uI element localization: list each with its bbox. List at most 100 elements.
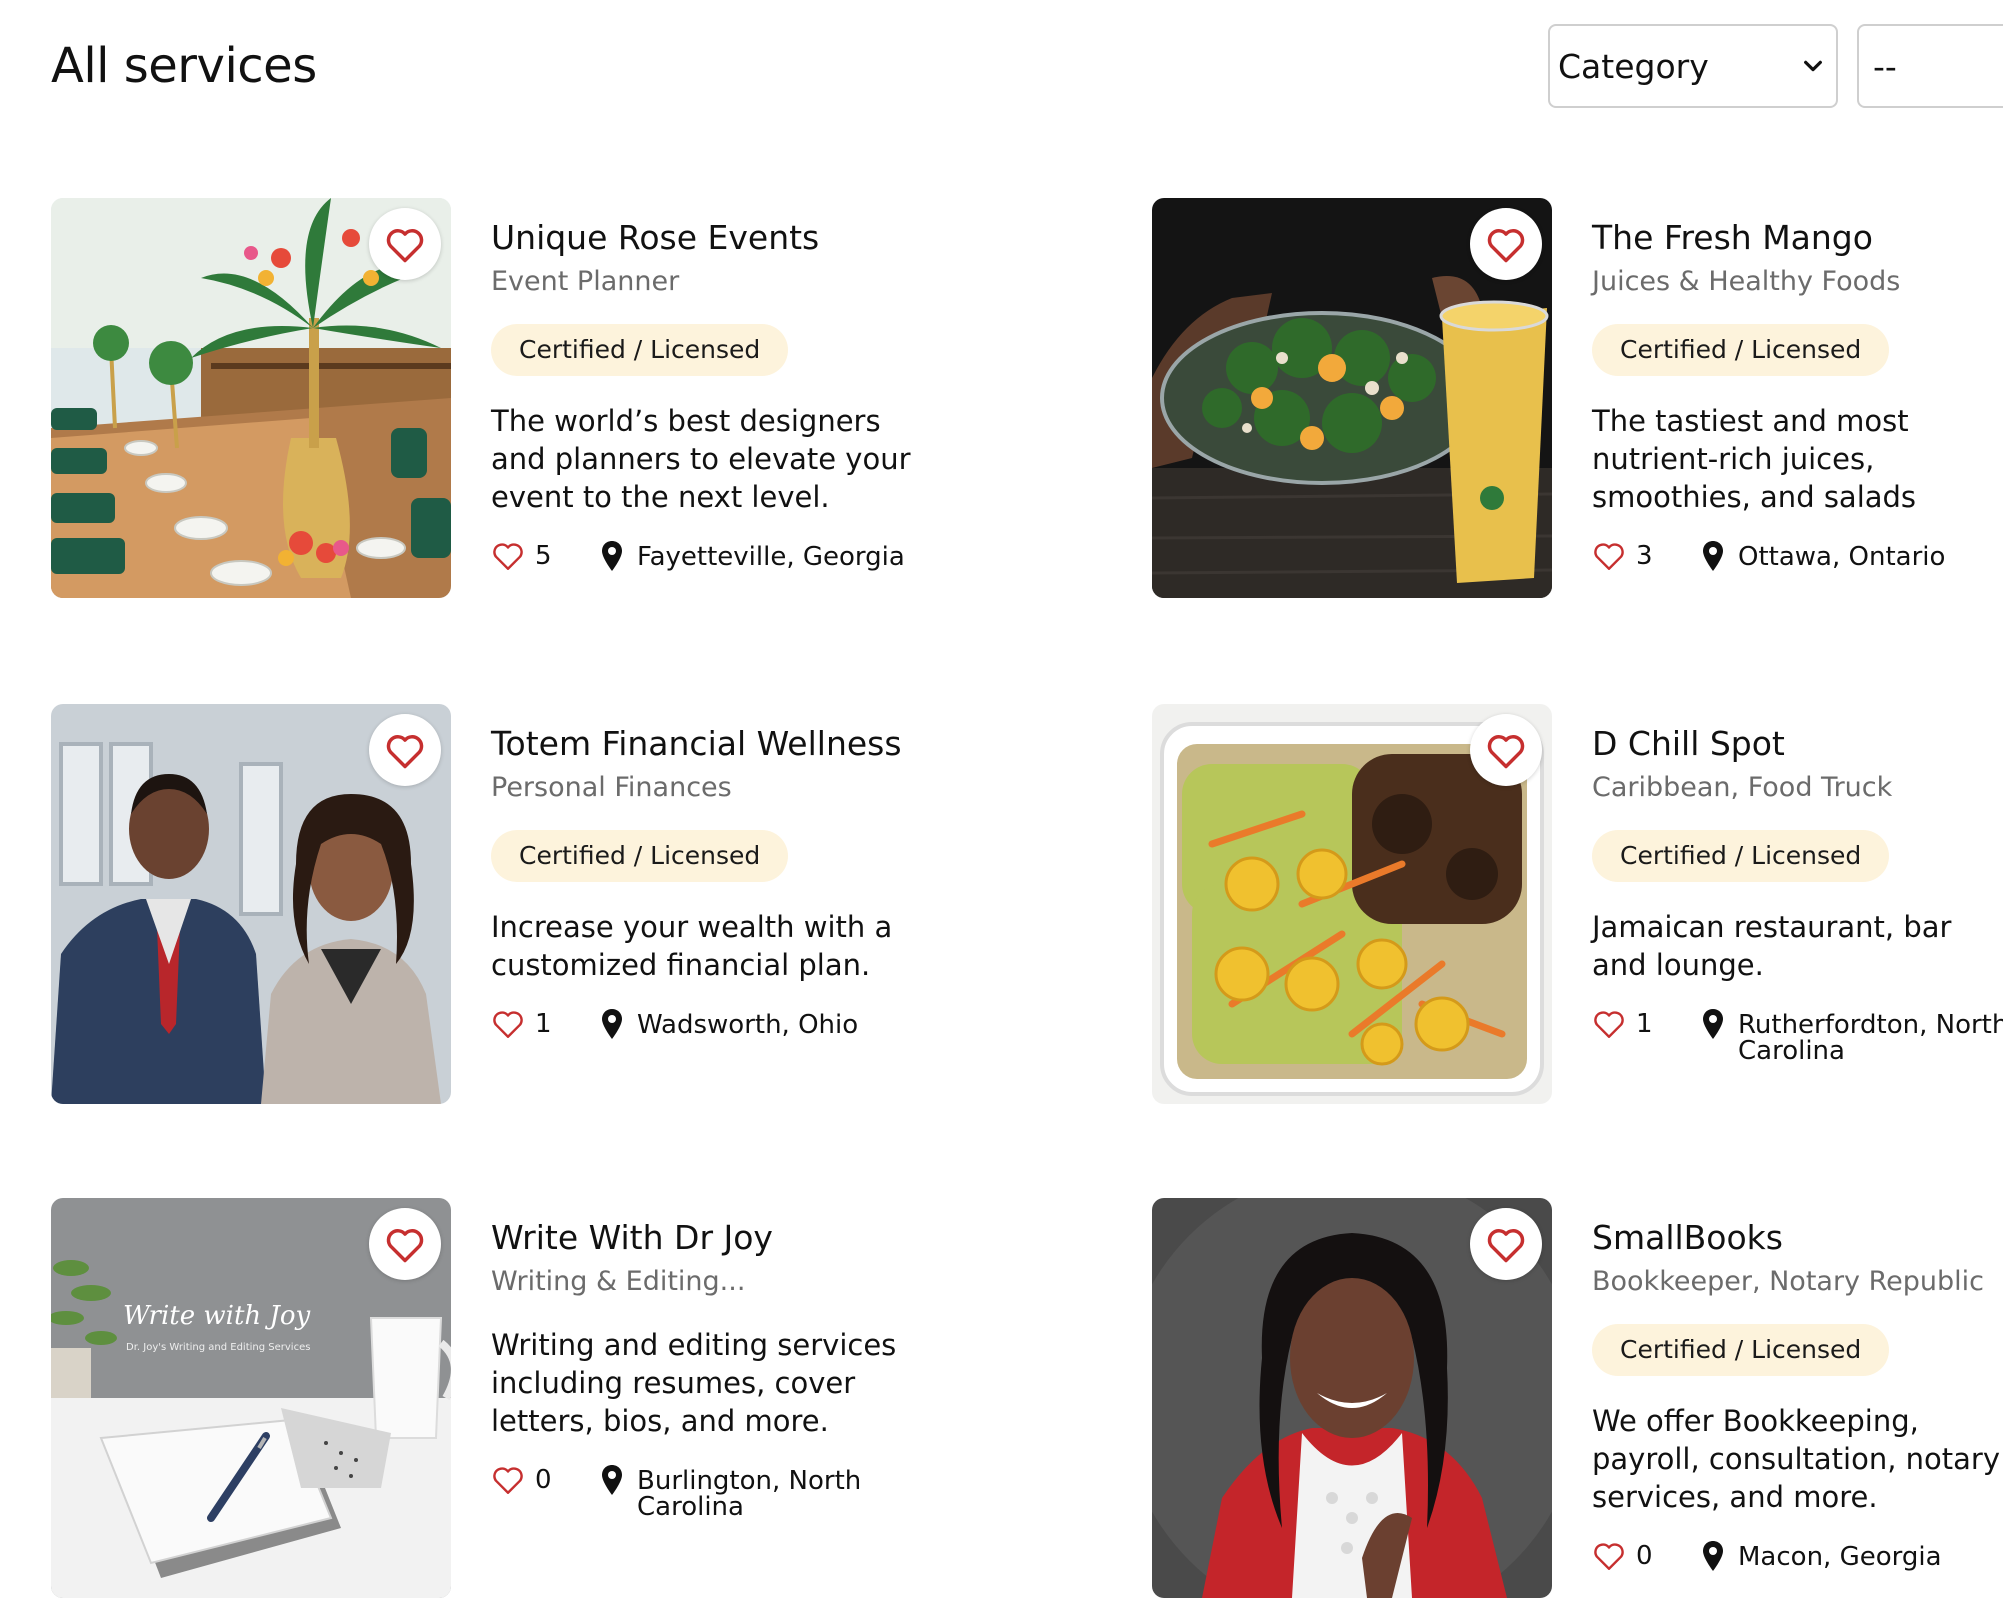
- service-image-couple-portrait[interactable]: [51, 704, 451, 1104]
- likes-count: 1: [491, 1008, 601, 1040]
- subcategory-select-value: --: [1873, 46, 1897, 86]
- favorite-button[interactable]: [369, 714, 441, 786]
- service-meta: 5 Fayetteville, Georgia: [491, 540, 1051, 572]
- service-category: Juices & Healthy Foods: [1592, 266, 1901, 297]
- likes-value: 5: [535, 541, 552, 571]
- location-pin-icon: [1703, 1009, 1723, 1039]
- service-image-caribbean-plate[interactable]: [1152, 704, 1552, 1104]
- image-title: Write with Joy: [123, 1301, 311, 1331]
- service-info: Unique Rose Events Event Planner Certifi…: [491, 218, 1051, 572]
- service-location: Ottawa, Ontario: [1702, 540, 2003, 572]
- service-name[interactable]: D Chill Spot: [1592, 724, 2003, 764]
- favorite-button[interactable]: [1470, 208, 1542, 280]
- service-description: The world’s best designers and planners …: [491, 404, 911, 514]
- service-info: Write With Dr Joy Writing & Editing... W…: [491, 1218, 1051, 1520]
- favorite-button[interactable]: [369, 1208, 441, 1280]
- likes-count: 5: [491, 540, 601, 572]
- location-text: Macon, Georgia: [1738, 1542, 1942, 1572]
- service-card[interactable]: SmallBooks Bookkeeper, Notary Republic C…: [1152, 1198, 2003, 1598]
- heart-icon: [386, 735, 424, 769]
- service-category: Bookkeeper, Notary Republic: [1592, 1266, 1985, 1297]
- location-text: Wadsworth, Ohio: [637, 1010, 859, 1040]
- location-pin-icon: [602, 1009, 622, 1039]
- service-card[interactable]: D Chill Spot Caribbean, Food Truck Certi…: [1152, 704, 2003, 1104]
- service-name[interactable]: Write With Dr Joy: [491, 1218, 1051, 1258]
- subcategory-select[interactable]: --: [1857, 24, 2003, 108]
- service-name[interactable]: The Fresh Mango: [1592, 218, 2003, 258]
- heart-outline-icon: [493, 1467, 523, 1494]
- certified-badge: Certified / Licensed: [1592, 324, 1890, 376]
- location-pin-icon: [602, 1465, 622, 1495]
- heart-outline-icon: [1594, 1543, 1624, 1570]
- location-text: Burlington, North Carolina: [637, 1466, 862, 1522]
- certified-badge: Certified / Licensed: [491, 324, 789, 376]
- location-text: Rutherfordton, North Carolina: [1738, 1010, 2003, 1066]
- image-subtitle: Dr. Joy's Writing and Editing Services: [126, 1342, 310, 1353]
- service-location: Macon, Georgia: [1702, 1540, 2003, 1572]
- service-category: Writing & Editing...: [491, 1266, 746, 1297]
- service-meta: 0 Burlington, North Carolina: [491, 1464, 1051, 1520]
- service-image-woman-portrait[interactable]: [1152, 1198, 1552, 1598]
- service-location: Rutherfordton, North Carolina: [1702, 1008, 2003, 1064]
- likes-value: 1: [1636, 1009, 1653, 1039]
- favorite-button[interactable]: [369, 208, 441, 280]
- service-name[interactable]: Unique Rose Events: [491, 218, 1051, 258]
- service-meta: 1 Rutherfordton, North Carolina: [1592, 1008, 2003, 1064]
- service-image-writing-desk[interactable]: Write with Joy Dr. Joy's Writing and Edi…: [51, 1198, 451, 1598]
- service-description: The tastiest and most nutrient-rich juic…: [1592, 404, 1917, 514]
- likes-count: 3: [1592, 540, 1702, 572]
- service-info: SmallBooks Bookkeeper, Notary Republic C…: [1592, 1218, 2003, 1572]
- likes-value: 0: [535, 1465, 552, 1495]
- likes-value: 1: [535, 1009, 552, 1039]
- heart-outline-icon: [1594, 1011, 1624, 1038]
- service-card[interactable]: Write with Joy Dr. Joy's Writing and Edi…: [51, 1198, 1051, 1598]
- location-text: Ottawa, Ontario: [1738, 542, 1946, 572]
- service-description: Writing and editing services including r…: [491, 1328, 897, 1438]
- service-card[interactable]: Unique Rose Events Event Planner Certifi…: [51, 198, 1051, 598]
- heart-icon: [1487, 1229, 1525, 1263]
- service-description: Jamaican restaurant, bar and lounge.: [1592, 910, 1952, 982]
- likes-count: 1: [1592, 1008, 1702, 1040]
- heart-icon: [1487, 735, 1525, 769]
- service-info: D Chill Spot Caribbean, Food Truck Certi…: [1592, 724, 2003, 1064]
- page-title: All services: [51, 38, 317, 94]
- certified-badge: Certified / Licensed: [1592, 1324, 1890, 1376]
- certified-badge: Certified / Licensed: [1592, 830, 1890, 882]
- location-text: Fayetteville, Georgia: [637, 542, 905, 572]
- service-category: Caribbean, Food Truck: [1592, 772, 1893, 803]
- category-select-value: Category: [1558, 46, 1709, 86]
- likes-count: 0: [491, 1464, 601, 1496]
- location-pin-icon: [1703, 541, 1723, 571]
- service-category: Personal Finances: [491, 772, 732, 803]
- category-select[interactable]: Category: [1548, 24, 1838, 108]
- favorite-button[interactable]: [1470, 1208, 1542, 1280]
- service-location: Fayetteville, Georgia: [601, 540, 937, 572]
- heart-icon: [386, 1229, 424, 1263]
- service-info: The Fresh Mango Juices & Healthy Foods C…: [1592, 218, 2003, 572]
- likes-value: 0: [1636, 1541, 1653, 1571]
- service-image-salad-juice[interactable]: [1152, 198, 1552, 598]
- heart-outline-icon: [493, 1011, 523, 1038]
- chevron-down-icon: [1804, 60, 1822, 72]
- service-description: Increase your wealth with a customized f…: [491, 910, 893, 982]
- service-meta: 1 Wadsworth, Ohio: [491, 1008, 1051, 1040]
- heart-outline-icon: [1594, 543, 1624, 570]
- heart-icon: [386, 229, 424, 263]
- heart-icon: [1487, 229, 1525, 263]
- service-name[interactable]: SmallBooks: [1592, 1218, 2003, 1258]
- likes-value: 3: [1636, 541, 1653, 571]
- service-meta: 3 Ottawa, Ontario: [1592, 540, 2003, 572]
- likes-count: 0: [1592, 1540, 1702, 1572]
- service-card[interactable]: The Fresh Mango Juices & Healthy Foods C…: [1152, 198, 2003, 598]
- favorite-button[interactable]: [1470, 714, 1542, 786]
- service-name[interactable]: Totem Financial Wellness: [491, 724, 1051, 764]
- certified-badge: Certified / Licensed: [491, 830, 789, 882]
- service-category: Event Planner: [491, 266, 680, 297]
- service-location: Wadsworth, Ohio: [601, 1008, 937, 1040]
- service-card[interactable]: Totem Financial Wellness Personal Financ…: [51, 704, 1051, 1104]
- location-pin-icon: [602, 541, 622, 571]
- heart-outline-icon: [493, 543, 523, 570]
- service-meta: 0 Macon, Georgia: [1592, 1540, 2003, 1572]
- service-image-event-table[interactable]: [51, 198, 451, 598]
- location-pin-icon: [1703, 1541, 1723, 1571]
